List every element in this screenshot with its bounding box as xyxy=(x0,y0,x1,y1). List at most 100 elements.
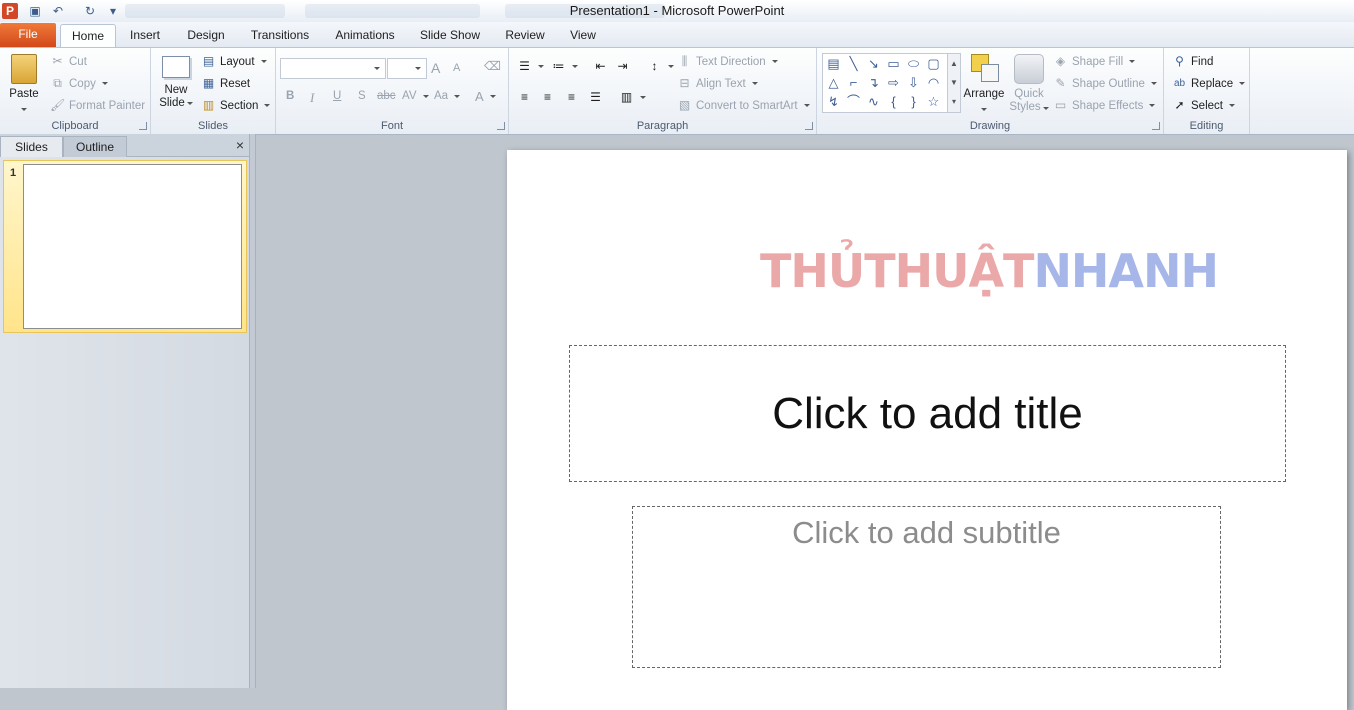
pane-tabs: Slides Outline × xyxy=(0,134,249,157)
down-arrow-shape-icon[interactable]: ⇩ xyxy=(905,74,922,91)
select-button[interactable]: ➚ Select xyxy=(1172,98,1235,113)
tab-transitions[interactable]: Transitions xyxy=(242,24,318,47)
new-slide-label-line1: New xyxy=(164,84,188,96)
right-arrow-shape-icon[interactable]: ⇨ xyxy=(885,74,902,91)
convert-smartart-button[interactable]: ▧ Convert to SmartArt xyxy=(677,98,810,113)
rounded-rectangle-shape-icon[interactable]: ▢ xyxy=(925,55,942,72)
tab-home[interactable]: Home xyxy=(60,24,116,48)
freeform-shape-icon[interactable]: ◠ xyxy=(925,74,942,91)
dialog-launcher-icon[interactable] xyxy=(1152,122,1160,130)
slide-thumbnail-item[interactable]: 1 xyxy=(3,160,247,333)
align-text-button[interactable]: ⊟ Align Text xyxy=(677,76,758,91)
oval-shape-icon[interactable]: ⬭ xyxy=(905,55,922,72)
justify-button[interactable]: ☰ xyxy=(588,90,603,105)
italic-button[interactable]: I xyxy=(310,90,314,106)
tab-view[interactable]: View xyxy=(562,24,604,47)
arrange-button[interactable]: Arrange xyxy=(963,52,1005,116)
line-spacing-button[interactable]: ↕ xyxy=(647,59,674,74)
numbering-button[interactable]: ≔ xyxy=(551,59,578,74)
reset-label: Reset xyxy=(220,77,251,90)
change-case-icon: Aa xyxy=(434,90,449,102)
title-placeholder[interactable]: Click to add title xyxy=(569,345,1286,482)
drawing-group-label: Drawing xyxy=(969,120,1011,132)
rectangle-shape-icon[interactable]: ▭ xyxy=(885,55,902,72)
tab-review[interactable]: Review xyxy=(498,24,552,47)
chevron-down-icon xyxy=(1239,82,1246,85)
increase-indent-button[interactable]: ⇥ xyxy=(615,59,630,74)
star-shape-icon[interactable]: ☆ xyxy=(925,93,942,110)
section-button[interactable]: ▥ Section xyxy=(201,98,271,113)
decrease-indent-button[interactable]: ⇤ xyxy=(593,59,608,74)
underline-button[interactable]: U xyxy=(333,90,341,102)
align-left-button[interactable]: ≡ xyxy=(517,90,532,105)
shape-outline-button[interactable]: ✎ Shape Outline xyxy=(1053,76,1157,91)
clear-formatting-button[interactable]: ⌫ xyxy=(484,59,501,74)
chevron-down-icon xyxy=(751,82,758,85)
align-center-button[interactable]: ≡ xyxy=(540,90,555,105)
close-icon[interactable]: × xyxy=(236,137,244,153)
grow-font-button[interactable]: A xyxy=(431,60,440,76)
gallery-scroll[interactable]: ▲ ▼ ▾ xyxy=(947,54,960,112)
tab-design[interactable]: Design xyxy=(180,24,232,47)
dialog-launcher-icon[interactable] xyxy=(497,122,505,130)
bullets-button[interactable]: ☰ xyxy=(517,59,544,74)
curve-arrow-shape-icon[interactable]: ↯ xyxy=(825,93,842,110)
change-case-button[interactable]: Aa xyxy=(434,90,461,102)
tab-slides[interactable]: Slides xyxy=(0,136,63,157)
left-brace-shape-icon[interactable]: { xyxy=(885,93,902,110)
replace-button[interactable]: ab Replace xyxy=(1172,76,1246,91)
find-button[interactable]: ⚲ Find xyxy=(1172,54,1213,69)
character-spacing-button[interactable]: AV xyxy=(402,90,429,102)
dialog-launcher-icon[interactable] xyxy=(805,122,813,130)
slide-canvas[interactable]: THỦTHUẬTNHANH Click to add title Click t… xyxy=(507,150,1347,710)
bullets-icon: ☰ xyxy=(519,59,530,73)
shape-fill-button[interactable]: ◈ Shape Fill xyxy=(1053,54,1136,69)
align-right-button[interactable]: ≡ xyxy=(564,90,579,105)
paste-button[interactable]: Paste xyxy=(6,52,42,116)
tab-animations[interactable]: Animations xyxy=(328,24,402,47)
reset-button[interactable]: ▦ Reset xyxy=(201,76,250,91)
shrink-font-button[interactable]: A xyxy=(453,62,460,74)
shape-effects-button[interactable]: ▭ Shape Effects xyxy=(1053,98,1156,113)
quick-styles-button[interactable]: Quick Styles xyxy=(1009,52,1049,116)
pane-splitter[interactable] xyxy=(250,134,256,688)
bold-button[interactable]: B xyxy=(286,90,294,102)
triangle-shape-icon[interactable]: △ xyxy=(825,74,842,91)
copy-button[interactable]: ⧉ Copy xyxy=(50,76,108,91)
format-painter-button[interactable]: 🖌 Format Painter xyxy=(50,98,145,113)
font-family-select[interactable] xyxy=(280,58,386,79)
new-slide-button[interactable]: New Slide xyxy=(157,52,195,116)
right-brace-shape-icon[interactable]: } xyxy=(905,93,922,110)
layout-button[interactable]: ▤ Layout xyxy=(201,54,267,69)
elbow-arrow-shape-icon[interactable]: ↴ xyxy=(865,74,882,91)
columns-button[interactable]: ▥ xyxy=(619,90,646,105)
text-direction-button[interactable]: ⫼ Text Direction xyxy=(677,54,778,69)
chevron-down-icon xyxy=(1042,107,1049,110)
tab-slide-show[interactable]: Slide Show xyxy=(412,24,488,47)
font-color-button[interactable]: A xyxy=(475,89,496,104)
subtitle-placeholder[interactable]: Click to add subtitle xyxy=(632,506,1221,668)
bold-icon: B xyxy=(286,90,295,102)
elbow-connector-shape-icon[interactable]: ⌐ xyxy=(845,74,862,91)
quick-styles-icon xyxy=(1014,54,1044,84)
replace-label: Replace xyxy=(1191,77,1234,90)
slide-thumbnail[interactable] xyxy=(23,164,242,329)
title-bar: P ▣ ↶ ↻ ▾ Presentation1 - Microsoft Powe… xyxy=(0,0,1354,22)
arrow-line-shape-icon[interactable]: ↘ xyxy=(865,55,882,72)
dialog-launcher-icon[interactable] xyxy=(139,122,147,130)
slides-pane: Slides Outline × 1 xyxy=(0,134,250,688)
shapes-gallery[interactable]: ▤ ╲ ↘ ▭ ⬭ ▢ △ ⌐ ↴ ⇨ ⇩ ◠ ↯ ⌒ ∿ { } ☆ ▲ ▼ ▾ xyxy=(822,53,961,113)
strikethrough-button[interactable]: abc xyxy=(377,90,396,102)
curve-shape-icon[interactable]: ⌒ xyxy=(845,93,862,110)
shadow-button[interactable]: S xyxy=(358,90,366,102)
logo-text-part1: THỦTHUẬT xyxy=(760,244,1034,298)
tab-insert[interactable]: Insert xyxy=(120,24,170,47)
line-shape-icon[interactable]: ╲ xyxy=(845,55,862,72)
tab-outline[interactable]: Outline xyxy=(63,136,127,157)
tab-file[interactable]: File xyxy=(0,23,56,47)
chevron-down-icon xyxy=(415,67,421,70)
cut-button[interactable]: ✂ Cut xyxy=(50,54,86,69)
textbox-shape-icon[interactable]: ▤ xyxy=(825,55,842,72)
scribble-shape-icon[interactable]: ∿ xyxy=(865,93,882,110)
font-size-select[interactable] xyxy=(387,58,427,79)
